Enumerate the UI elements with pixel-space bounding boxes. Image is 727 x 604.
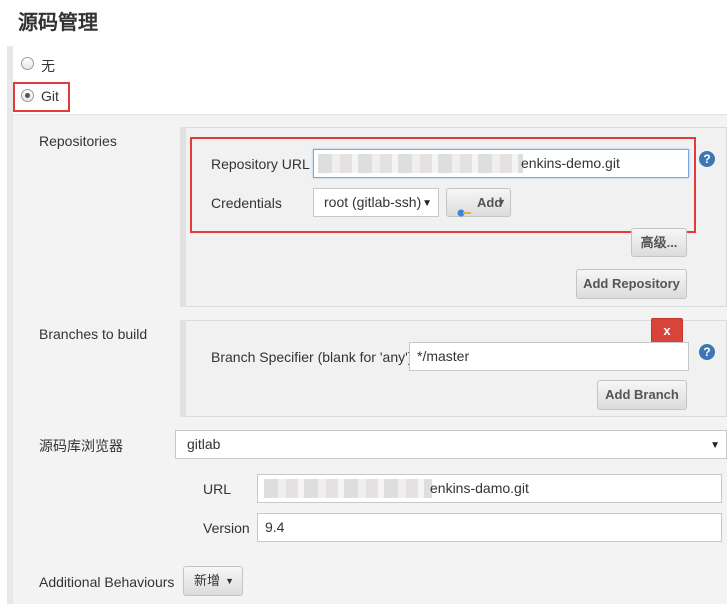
repo-browser-dropdown-icon: ▼ (710, 440, 720, 451)
scm-git-label: Git (41, 88, 59, 104)
advanced-button[interactable]: 高级... (631, 228, 687, 257)
repository-url-label: Repository URL (211, 156, 310, 172)
credentials-value: root (gitlab-ssh) (324, 194, 422, 210)
add-behaviour-label: 新增 (194, 573, 221, 588)
redacted-browser-url-part (264, 479, 432, 498)
branch-panel-handle (180, 320, 186, 417)
version-label: Version (203, 520, 250, 536)
branch-specifier-help-icon[interactable]: ? (699, 344, 715, 360)
browser-url-input[interactable]: enkins-damo.git (257, 474, 722, 503)
redacted-url-part (318, 154, 523, 173)
add-behaviour-button[interactable]: 新增 ▼ (183, 566, 243, 596)
additional-behaviours-label: Additional Behaviours (39, 574, 175, 590)
repo-browser-select[interactable]: gitlab ▼ (175, 430, 727, 459)
repo-browser-label: 源码库浏览器 (39, 438, 123, 454)
page-title: 源码管理 (18, 12, 98, 34)
browser-url-label: URL (203, 481, 232, 497)
delete-branch-button[interactable]: x (651, 318, 683, 343)
credentials-select[interactable]: root (gitlab-ssh) ▼ (313, 188, 439, 217)
add-dropdown-icon: ▼ (497, 197, 506, 207)
repository-url-value: enkins-demo.git (521, 155, 620, 171)
add-branch-button[interactable]: Add Branch (597, 380, 687, 410)
scm-none-label: 无 (41, 58, 55, 74)
credentials-label: Credentials (211, 195, 282, 211)
add-repository-button[interactable]: Add Repository (576, 269, 687, 299)
repositories-label: Repositories (39, 133, 117, 149)
key-icon (457, 199, 471, 217)
repo-browser-value: gitlab (187, 436, 221, 452)
branch-specifier-label: Branch Specifier (blank for 'any') (211, 349, 413, 365)
branches-label: Branches to build (39, 326, 148, 342)
repository-panel-handle (180, 127, 186, 307)
browser-url-value: enkins-damo.git (430, 480, 529, 496)
repository-url-help-icon[interactable]: ? (699, 151, 715, 167)
branch-specifier-input[interactable]: */master (409, 342, 689, 371)
credentials-add-button[interactable]: Add ▼ (446, 188, 511, 217)
add-behaviour-dropdown-icon: ▼ (225, 576, 234, 586)
credentials-dropdown-icon: ▼ (422, 198, 432, 209)
version-input[interactable]: 9.4 (257, 513, 722, 542)
scm-none-radio[interactable] (21, 57, 34, 70)
scm-git-radio[interactable] (21, 89, 34, 102)
repository-url-input[interactable]: enkins-demo.git (313, 149, 689, 178)
